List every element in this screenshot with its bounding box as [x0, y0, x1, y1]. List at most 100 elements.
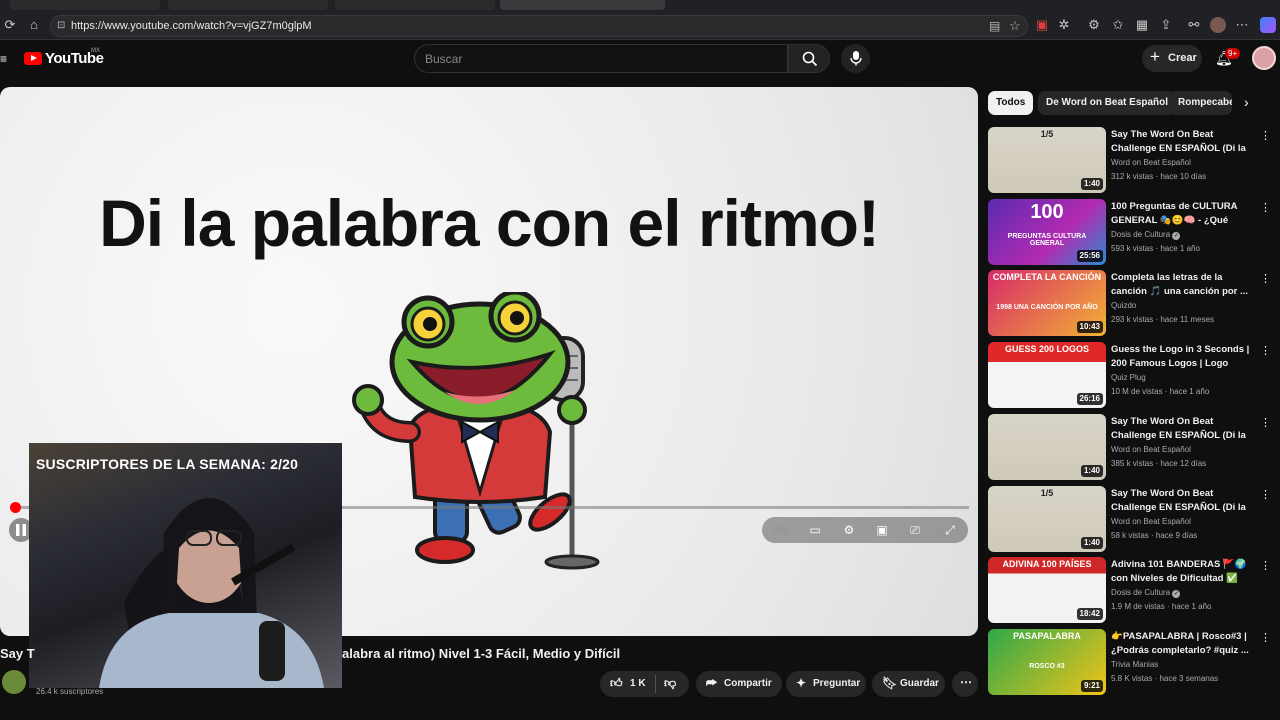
home-icon[interactable]: ⌂: [26, 17, 42, 33]
extension-puzzle-icon[interactable]: ✲: [1056, 17, 1072, 33]
recommendation-channel[interactable]: Quiz Plug: [1111, 373, 1146, 382]
recommendation-title[interactable]: Completa las letras de la canción 🎵 una …: [1111, 271, 1251, 299]
progress-scrubber[interactable]: [10, 502, 21, 513]
video-thumbnail[interactable]: PASAPALABRA ROSCO #3 9:21: [988, 629, 1106, 695]
create-button[interactable]: + Crear: [1142, 45, 1202, 72]
recommendation-item[interactable]: 1:40 Say The Word On Beat Challenge EN ES…: [988, 414, 1278, 482]
extension-icon[interactable]: ⚯: [1186, 17, 1202, 33]
more-actions-button[interactable]: ⋯: [952, 671, 978, 697]
recommendation-title[interactable]: Say The Word On Beat Challenge EN ESPAÑO…: [1111, 487, 1251, 515]
recommendation-item[interactable]: GUESS 200 LOGOS 26:16 Guess the Logo in 3 …: [988, 342, 1278, 410]
chip-puzzle[interactable]: Rompecabe: [1170, 91, 1232, 115]
miniplayer-icon[interactable]: ▣: [874, 522, 890, 538]
thumbnail-text: 1/5: [1040, 488, 1054, 498]
cast-icon[interactable]: ⎚: [907, 522, 923, 538]
voice-search-button[interactable]: [841, 44, 870, 73]
address-bar[interactable]: ⊡ https://www.youtube.com/watch?v=vjGZ7m…: [50, 15, 1028, 37]
sparkle-icon: ✦: [796, 676, 807, 690]
recommendation-channel[interactable]: Trivia Manias: [1111, 660, 1158, 669]
share-arrow-icon: ⮫: [706, 676, 718, 690]
browser-tab-active[interactable]: [500, 0, 665, 10]
browser-tab[interactable]: [168, 0, 328, 10]
chip-all[interactable]: Todos: [988, 91, 1034, 115]
chip-channel[interactable]: De Word on Beat Español: [1038, 91, 1177, 115]
settings-gear-icon[interactable]: ⚙: [841, 522, 857, 538]
thumbs-up-icon[interactable]: 👍︎: [610, 676, 623, 691]
url-text: https://www.youtube.com/watch?v=vjGZ7m0g…: [71, 20, 312, 32]
more-vertical-icon[interactable]: ⋮: [1260, 272, 1271, 288]
search-input[interactable]: Buscar: [414, 44, 788, 73]
like-dislike-group: 👍︎ 1 K 👎︎: [600, 671, 689, 697]
share-icon[interactable]: ⇪: [1158, 17, 1174, 33]
recommendation-item[interactable]: COMPLETA LA CANCIÓN 1998 UNA CANCIÓN POR …: [988, 270, 1278, 338]
ask-button[interactable]: ✦ Preguntar: [786, 671, 866, 697]
video-thumbnail[interactable]: 1/5 1:40: [988, 486, 1106, 552]
recommendation-title[interactable]: 100 Preguntas de CULTURA GENERAL 🎭😊🧠 - ¿…: [1111, 200, 1251, 228]
fullscreen-icon[interactable]: ⤢: [942, 522, 958, 538]
pause-icon: [16, 524, 26, 536]
reload-icon[interactable]: ⟳: [2, 17, 18, 33]
recommendation-meta: 293 k vistas · hace 11 meses: [1111, 315, 1215, 324]
recommendation-channel[interactable]: Word on Beat Español: [1111, 517, 1191, 526]
recommendation-channel[interactable]: Dosis de Cultura ✓: [1111, 230, 1181, 240]
site-info-icon[interactable]: ⊡: [57, 20, 65, 31]
recommendation-channel[interactable]: Dosis de Cultura ✓: [1111, 588, 1181, 598]
video-thumbnail[interactable]: GUESS 200 LOGOS 26:16: [988, 342, 1106, 408]
thumbs-down-icon[interactable]: 👎︎: [664, 676, 676, 691]
video-thumbnail[interactable]: 1:40: [988, 414, 1106, 480]
more-horizontal-icon: ⋯: [960, 675, 972, 689]
save-button[interactable]: 🔖︎ Guardar: [872, 671, 945, 697]
create-label: Crear: [1168, 52, 1197, 64]
video-thumbnail[interactable]: 100 PREGUNTAS CULTURA GENERAL 25:56: [988, 199, 1106, 265]
recommendation-item[interactable]: 100 PREGUNTAS CULTURA GENERAL 25:56 100 Pre…: [988, 199, 1278, 267]
subscriber-count: 26.4 k suscriptores: [36, 687, 104, 696]
browser-tab[interactable]: [10, 0, 160, 10]
more-vertical-icon[interactable]: ⋮: [1260, 129, 1271, 145]
channel-avatar[interactable]: [2, 670, 26, 694]
youtube-logo-icon[interactable]: [24, 52, 42, 65]
recommendation-item[interactable]: ADIVINA 100 PAÍSES 18:42 Adivina 101 BANDE…: [988, 557, 1278, 625]
video-duration: 25:56: [1076, 250, 1103, 262]
profile-icon[interactable]: [1210, 17, 1226, 33]
recommendation-title[interactable]: 👉PASAPALABRA | Rosco#3 | ¿Podrás complet…: [1111, 630, 1251, 658]
more-options-icon[interactable]: ⋯: [1234, 17, 1250, 33]
share-button[interactable]: ⮫ Compartir: [696, 671, 782, 697]
extension-icon[interactable]: ▣: [1034, 17, 1050, 33]
search-button[interactable]: [788, 44, 830, 73]
more-vertical-icon[interactable]: ⋮: [1260, 488, 1271, 504]
recommendation-item[interactable]: 1/5 1:40 Say The Word On Beat Challenge EN…: [988, 486, 1278, 554]
extension-icon[interactable]: ⚙: [1086, 17, 1102, 33]
recommendation-item[interactable]: 1/5 1:40 Say The Word On Beat Challenge EN…: [988, 127, 1278, 195]
favorite-star-icon[interactable]: ☆: [1009, 18, 1021, 34]
recommendation-channel[interactable]: Word on Beat Español: [1111, 445, 1191, 454]
more-vertical-icon[interactable]: ⋮: [1260, 559, 1271, 575]
recommendation-title[interactable]: Say The Word On Beat Challenge EN ESPAÑO…: [1111, 415, 1251, 443]
reader-mode-icon[interactable]: ▤: [989, 19, 1000, 33]
recommendation-title[interactable]: Say The Word On Beat Challenge EN ESPAÑO…: [1111, 128, 1251, 156]
menu-icon[interactable]: ≡: [0, 52, 7, 66]
collections-icon[interactable]: ▦: [1134, 17, 1150, 33]
autoplay-toggle-icon[interactable]: [772, 522, 792, 538]
more-vertical-icon[interactable]: ⋮: [1260, 416, 1271, 432]
recommendation-channel[interactable]: Quizdo: [1111, 301, 1136, 310]
chevron-right-icon[interactable]: ›: [1244, 94, 1262, 112]
video-thumbnail[interactable]: ADIVINA 100 PAÍSES 18:42: [988, 557, 1106, 623]
video-thumbnail[interactable]: 1/5 1:40: [988, 127, 1106, 193]
search-icon: [802, 51, 818, 67]
like-count[interactable]: 1 K: [630, 678, 646, 689]
recommendation-item[interactable]: PASAPALABRA ROSCO #3 9:21 👉PASAPALABRA | Ro…: [988, 629, 1278, 697]
subtitles-icon[interactable]: ▭: [807, 522, 823, 538]
recommendation-title[interactable]: Guess the Logo in 3 Seconds | 200 Famous…: [1111, 343, 1251, 371]
recommendation-meta: 10 M de vistas · hace 1 año: [1111, 387, 1210, 396]
browser-tab[interactable]: [335, 0, 495, 10]
recommendation-channel[interactable]: Word on Beat Español: [1111, 158, 1191, 167]
region-code: MX: [91, 48, 100, 54]
video-thumbnail[interactable]: COMPLETA LA CANCIÓN 1998 UNA CANCIÓN POR …: [988, 270, 1106, 336]
account-avatar[interactable]: [1252, 46, 1276, 70]
copilot-icon[interactable]: [1260, 17, 1276, 33]
more-vertical-icon[interactable]: ⋮: [1260, 631, 1271, 647]
recommendation-title[interactable]: Adivina 101 BANDERAS 🚩🌍 con Niveles de D…: [1111, 558, 1251, 586]
more-vertical-icon[interactable]: ⋮: [1260, 344, 1271, 360]
favorites-icon[interactable]: ✩: [1110, 17, 1126, 33]
more-vertical-icon[interactable]: ⋮: [1260, 201, 1271, 217]
